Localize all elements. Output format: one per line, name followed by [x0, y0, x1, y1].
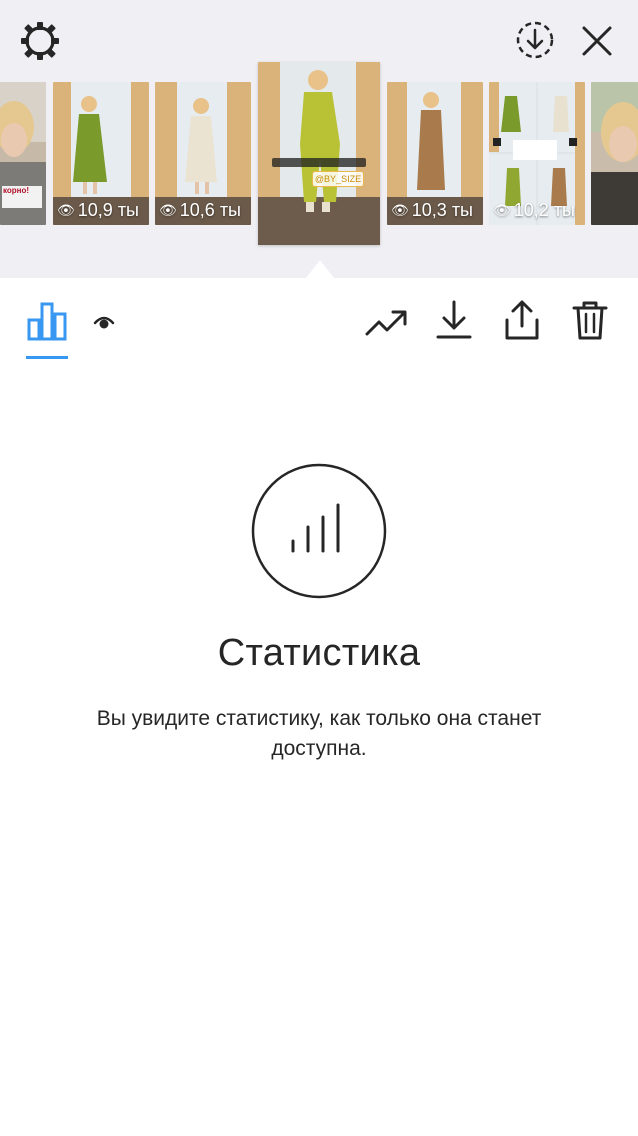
thumbnail-text: корно! [3, 186, 30, 195]
view-count: 👁 10,2 ты [493, 200, 575, 220]
story-thumbnail[interactable]: 👁 10,2 ты [489, 82, 585, 225]
bar-chart-icon[interactable] [26, 300, 68, 342]
gear-icon[interactable] [18, 19, 62, 63]
close-icon[interactable] [576, 20, 618, 62]
share-icon[interactable] [502, 298, 542, 342]
eye-icon: 👁 [159, 202, 177, 218]
story-archive-header: корно! 👁 10,9 ты 👁 10,6 ты 👁 10,3 ты 👁 1… [0, 0, 638, 278]
empty-state-message: Вы увидите статистику, как только она ст… [96, 707, 542, 760]
selection-pointer [306, 260, 334, 278]
view-count: 👁 10,6 ты [159, 200, 241, 220]
story-thumbnail[interactable]: 👁 10,6 ты [155, 82, 251, 225]
trending-up-icon[interactable] [364, 304, 408, 340]
view-count: 👁 10,3 ты [391, 200, 473, 220]
active-tab-indicator [26, 356, 68, 359]
eye-icon: 👁 [493, 202, 511, 218]
story-caption [272, 158, 366, 167]
eye-icon: 👁 [391, 202, 409, 218]
trash-icon[interactable] [570, 298, 610, 342]
download-icon[interactable] [434, 298, 474, 342]
view-count: 👁 10,9 ты [57, 200, 139, 220]
mention-sticker: @BY_SIZE [312, 171, 364, 187]
eye-icon[interactable] [92, 310, 116, 334]
story-toolbar [0, 278, 638, 361]
eye-icon: 👁 [57, 202, 75, 218]
empty-state-title: Статистика [217, 632, 421, 674]
story-thumbnail[interactable] [591, 82, 638, 225]
statistics-empty-state: Статистика Вы увидите статистику, как то… [0, 360, 638, 1136]
story-thumbnail[interactable]: 👁 10,3 ты [387, 82, 483, 225]
download-circle-icon[interactable] [513, 18, 557, 62]
selected-story-thumbnail[interactable]: @BY_SIZE [258, 62, 380, 245]
story-thumbnail[interactable]: 👁 10,9 ты [53, 82, 149, 225]
story-thumbnail[interactable]: корно! [0, 82, 46, 225]
statistics-icon [251, 463, 387, 599]
